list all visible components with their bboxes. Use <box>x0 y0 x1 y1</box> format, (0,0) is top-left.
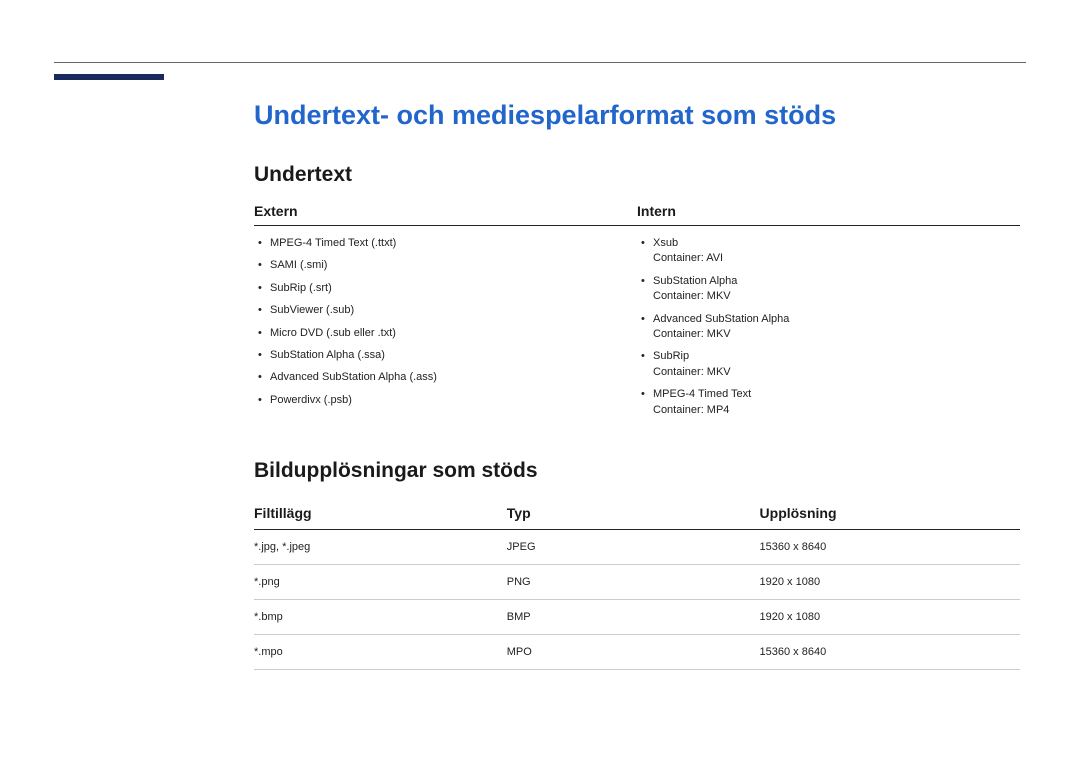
intern-list: Xsub Container: AVI SubStation Alpha Con… <box>637 236 1020 418</box>
table-header-row: Filtillägg Typ Upplösning <box>254 499 1020 530</box>
col-ext: Filtillägg <box>254 499 507 530</box>
cell-type: MPO <box>507 634 760 669</box>
accent-bar <box>54 74 164 80</box>
intern-rule <box>637 225 1020 226</box>
top-rule <box>54 62 1026 63</box>
table-row: *.jpg, *.jpeg JPEG 15360 x 8640 <box>254 529 1020 564</box>
cell-ext: *.bmp <box>254 599 507 634</box>
cell-type: PNG <box>507 564 760 599</box>
cell-res: 15360 x 8640 <box>760 634 1020 669</box>
page: Undertext- och mediespelarformat som stö… <box>0 0 1080 763</box>
extern-list: MPEG-4 Timed Text (.ttxt) SAMI (.smi) Su… <box>254 236 637 408</box>
col-res: Upplösning <box>760 499 1020 530</box>
list-item: SubStation Alpha (.ssa) <box>270 348 637 363</box>
cell-res: 15360 x 8640 <box>760 529 1020 564</box>
cell-type: BMP <box>507 599 760 634</box>
cell-ext: *.png <box>254 564 507 599</box>
item-container: Container: MP4 <box>653 403 1020 418</box>
item-container: Container: MKV <box>653 327 1020 342</box>
extern-heading: Extern <box>254 203 637 225</box>
item-name: Xsub <box>653 237 678 249</box>
table-head: Filtillägg Typ Upplösning <box>254 499 1020 530</box>
cell-res: 1920 x 1080 <box>760 564 1020 599</box>
list-item: Powerdivx (.psb) <box>270 393 637 408</box>
list-item: MPEG-4 Timed Text Container: MP4 <box>653 387 1020 418</box>
resolution-table: Filtillägg Typ Upplösning *.jpg, *.jpeg … <box>254 499 1020 670</box>
page-title: Undertext- och mediespelarformat som stö… <box>254 100 1020 131</box>
list-item: SAMI (.smi) <box>270 258 637 273</box>
list-item: Xsub Container: AVI <box>653 236 1020 267</box>
list-item: Advanced SubStation Alpha Container: MKV <box>653 312 1020 343</box>
item-name: MPEG-4 Timed Text <box>653 388 751 400</box>
cell-res: 1920 x 1080 <box>760 599 1020 634</box>
table-body: *.jpg, *.jpeg JPEG 15360 x 8640 *.png PN… <box>254 529 1020 669</box>
content-area: Undertext- och mediespelarformat som stö… <box>254 100 1020 670</box>
cell-ext: *.jpg, *.jpeg <box>254 529 507 564</box>
extern-rule <box>254 225 637 226</box>
table-row: *.png PNG 1920 x 1080 <box>254 564 1020 599</box>
list-item: SubRip (.srt) <box>270 281 637 296</box>
section-subtitle-undertext: Undertext <box>254 163 1020 187</box>
item-container: Container: MKV <box>653 365 1020 380</box>
section-image-resolutions: Bildupplösningar som stöds <box>254 459 1020 483</box>
list-item: SubStation Alpha Container: MKV <box>653 274 1020 305</box>
intern-heading: Intern <box>637 203 1020 225</box>
subtitle-columns: Extern MPEG-4 Timed Text (.ttxt) SAMI (.… <box>254 203 1020 425</box>
table-row: *.bmp BMP 1920 x 1080 <box>254 599 1020 634</box>
item-name: SubRip <box>653 350 689 362</box>
list-item: SubRip Container: MKV <box>653 349 1020 380</box>
list-item: MPEG-4 Timed Text (.ttxt) <box>270 236 637 251</box>
list-item: Advanced SubStation Alpha (.ass) <box>270 370 637 385</box>
table-row: *.mpo MPO 15360 x 8640 <box>254 634 1020 669</box>
extern-column: Extern MPEG-4 Timed Text (.ttxt) SAMI (.… <box>254 203 637 425</box>
intern-column: Intern Xsub Container: AVI SubStation Al… <box>637 203 1020 425</box>
list-item: Micro DVD (.sub eller .txt) <box>270 326 637 341</box>
list-item: SubViewer (.sub) <box>270 303 637 318</box>
item-name: Advanced SubStation Alpha <box>653 313 789 325</box>
item-container: Container: MKV <box>653 289 1020 304</box>
col-type: Typ <box>507 499 760 530</box>
item-container: Container: AVI <box>653 251 1020 266</box>
item-name: SubStation Alpha <box>653 275 737 287</box>
cell-type: JPEG <box>507 529 760 564</box>
cell-ext: *.mpo <box>254 634 507 669</box>
